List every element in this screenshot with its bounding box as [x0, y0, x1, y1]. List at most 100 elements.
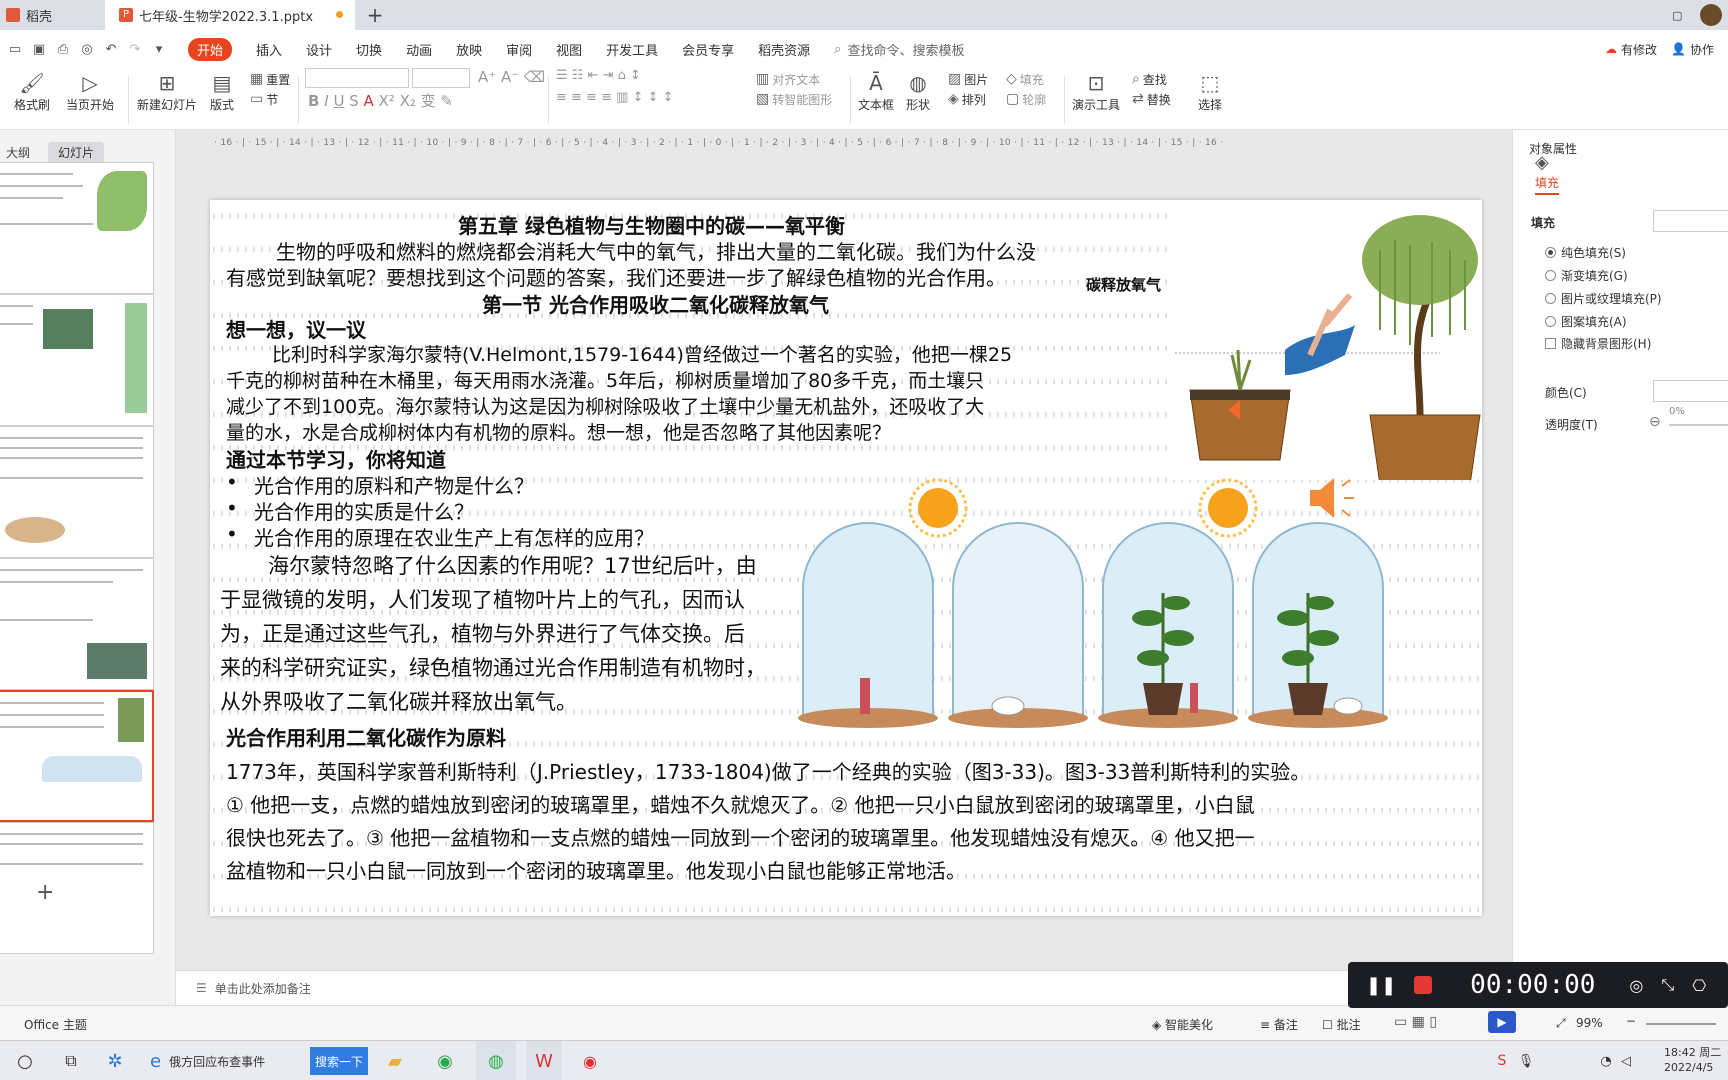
wechat-icon[interactable]: ◍: [476, 1041, 516, 1080]
tray-network-icon[interactable]: ◔: [1596, 1041, 1616, 1080]
slide-thumbnail[interactable]: [0, 294, 154, 426]
comment-button[interactable]: ☐ 批注: [1322, 1016, 1361, 1033]
print-icon[interactable]: ⎙: [54, 41, 72, 57]
open-icon[interactable]: ▭: [6, 41, 24, 57]
replace-button[interactable]: ⇄ 替换: [1132, 88, 1171, 110]
font-size-select[interactable]: [412, 68, 470, 88]
arrange-button[interactable]: ◈ 排列: [948, 88, 986, 110]
tray-mic-icon[interactable]: 🎙: [1516, 1041, 1536, 1080]
textbox-button[interactable]: Ā 文本框: [858, 70, 894, 113]
fill-type-select[interactable]: [1653, 210, 1728, 232]
menu-review[interactable]: 审阅: [506, 40, 532, 59]
collaborate-button[interactable]: 协作: [1690, 41, 1714, 58]
minus-icon[interactable]: ⊖: [1649, 414, 1661, 430]
folder-icon[interactable]: ▰: [380, 1041, 410, 1080]
slide-thumbnail[interactable]: [0, 426, 154, 558]
pattern-fill-radio[interactable]: 图案填充(A): [1545, 313, 1627, 330]
has-changes-button[interactable]: 有修改: [1621, 41, 1657, 58]
text-format-icons[interactable]: B I U S A X² X₂ 变 ✎: [308, 90, 453, 111]
slide[interactable]: 碳释放氧气 第五章 绿色植物与生物圈中的碳——氧平衡 生物的呼吸和燃料的燃烧都会…: [210, 200, 1482, 916]
play-slideshow-button[interactable]: ▶: [1488, 1011, 1516, 1033]
preview-icon[interactable]: ◎: [78, 41, 96, 57]
find-button[interactable]: ⌕ 查找: [1132, 68, 1167, 90]
tab-document[interactable]: P 七年级-生物学2022.3.1.pptx: [105, 0, 355, 30]
theme-name[interactable]: Office 主题: [24, 1016, 87, 1033]
slide-thumbnail-active[interactable]: [0, 690, 154, 822]
tab-outline[interactable]: 大纲: [0, 142, 36, 163]
tab-fill[interactable]: 填充: [1535, 174, 1560, 195]
wps-writer-icon[interactable]: W: [526, 1041, 562, 1080]
outline-button[interactable]: ▢ 轮廓: [1006, 88, 1046, 110]
window-layout-icon[interactable]: ▢: [1672, 0, 1692, 30]
app-icon[interactable]: ✲: [100, 1041, 130, 1080]
menu-slideshow[interactable]: 放映: [456, 40, 482, 59]
from-current-button[interactable]: ▷ 当页开始: [66, 70, 114, 113]
list-icons[interactable]: ☰ ☷ ⇤ ⇥ ⌂ ↕: [556, 68, 641, 83]
notes-toggle-button[interactable]: ≡ 备注: [1260, 1016, 1298, 1033]
task-view-icon[interactable]: ⧉: [56, 1041, 86, 1080]
wps-icon[interactable]: ◉: [430, 1041, 460, 1080]
search-button[interactable]: 搜索一下: [310, 1047, 368, 1075]
fill-section-header[interactable]: 填充: [1531, 214, 1555, 231]
undo-icon[interactable]: ↶: [102, 41, 120, 57]
transparency-slider[interactable]: [1669, 424, 1728, 426]
menu-docer-resources[interactable]: 稻壳资源: [758, 40, 810, 59]
slide-thumbnail[interactable]: [0, 558, 154, 690]
recorder-app-icon[interactable]: ◉: [572, 1041, 608, 1080]
browser-taskbar-item[interactable]: e 俄方回应布查事件: [150, 1041, 290, 1080]
reset-button[interactable]: ▦ 重置: [250, 68, 290, 90]
align-icons[interactable]: ≡ ≡ ≡ ≡ ▥ ↕ ↕ ↕: [556, 90, 673, 105]
zoom-level[interactable]: 99%: [1576, 1016, 1603, 1030]
more-icon[interactable]: ▾: [150, 41, 168, 57]
clock-date[interactable]: 2022/4/5: [1664, 1061, 1713, 1074]
select-button[interactable]: ⬚ 选择: [1198, 70, 1222, 113]
zoom-slider[interactable]: [1646, 1023, 1716, 1025]
add-slide-button[interactable]: +: [36, 880, 54, 905]
picture-button[interactable]: ▨ 图片: [948, 68, 988, 90]
menu-start[interactable]: 开始: [188, 37, 233, 61]
save-icon[interactable]: ▣: [30, 41, 48, 57]
menu-animation[interactable]: 动画: [406, 40, 432, 59]
align-text-button[interactable]: ▥ 对齐文本: [756, 68, 820, 90]
menu-transition[interactable]: 切换: [356, 40, 382, 59]
present-tools-button[interactable]: ⊡ 演示工具: [1072, 70, 1120, 113]
fill-button[interactable]: ◇ 填充: [1006, 68, 1044, 90]
gradient-fill-radio[interactable]: 渐变填充(G): [1545, 267, 1628, 284]
font-size-adjust-icon[interactable]: A⁺ A⁻ ⌫: [478, 68, 545, 86]
camera-icon[interactable]: ◎: [1629, 976, 1643, 995]
smart-shape-button[interactable]: ▧ 转智能图形: [756, 88, 832, 110]
tab-slides[interactable]: 幻灯片: [48, 142, 105, 163]
start-circle-icon[interactable]: ○: [10, 1041, 40, 1080]
notes-area[interactable]: ☰ 单击此处添加备注: [176, 970, 1512, 1005]
clock-time[interactable]: 18:42 周二: [1664, 1044, 1721, 1060]
menu-insert[interactable]: 插入: [256, 40, 282, 59]
command-search-input[interactable]: 查找命令、搜索模板: [847, 40, 964, 59]
slide-thumbnail[interactable]: [0, 822, 154, 954]
menu-member[interactable]: 会员专享: [682, 40, 734, 59]
menu-developer[interactable]: 开发工具: [606, 40, 658, 59]
tab-docer[interactable]: 稻壳: [0, 0, 105, 30]
avatar[interactable]: [1700, 0, 1726, 30]
stop-icon[interactable]: [1414, 976, 1433, 994]
slide-thumbnail[interactable]: [0, 162, 154, 294]
zoom-out-icon[interactable]: −: [1626, 1014, 1636, 1028]
format-painter-button[interactable]: 🖌 格式刷: [14, 70, 50, 113]
smart-beautify-button[interactable]: ◈ 智能美化: [1152, 1016, 1213, 1033]
section-button[interactable]: ▭ 节: [250, 88, 278, 110]
menu-design[interactable]: 设计: [306, 40, 332, 59]
color-picker[interactable]: [1653, 380, 1728, 402]
redo-icon[interactable]: ↷: [126, 41, 144, 57]
screenshot-icon[interactable]: ⎔: [1692, 976, 1706, 995]
tray-sogou-icon[interactable]: S: [1492, 1041, 1512, 1080]
solid-fill-radio[interactable]: 纯色填充(S): [1545, 244, 1626, 261]
tray-volume-icon[interactable]: ◁: [1616, 1041, 1636, 1080]
font-name-select[interactable]: [305, 68, 409, 88]
new-slide-button[interactable]: ⊞ 新建幻灯片: [137, 70, 197, 113]
view-mode-icons[interactable]: ▭ ▦ ▯: [1394, 1014, 1437, 1030]
menu-view[interactable]: 视图: [556, 40, 582, 59]
new-tab-button[interactable]: +: [362, 0, 388, 30]
hide-background-checkbox[interactable]: 隐藏背景图形(H): [1545, 335, 1651, 352]
shape-button[interactable]: ◍ 形状: [906, 70, 930, 113]
picture-fill-radio[interactable]: 图片或纹理填充(P): [1545, 290, 1662, 307]
collapse-icon[interactable]: ⤡: [1661, 975, 1674, 995]
